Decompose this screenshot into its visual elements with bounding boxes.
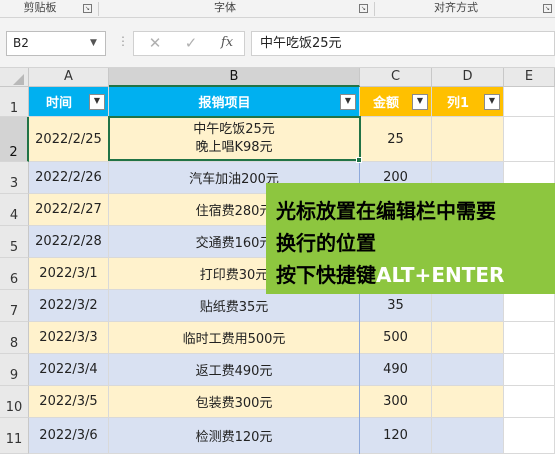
header-label-item: 报销项目 [198,96,251,111]
cancel-icon[interactable]: ✕ [140,31,170,56]
empty-cell[interactable] [504,290,555,322]
shortcut-key-label: ALT+ENTER [376,263,505,287]
amount-cell[interactable]: 500 [360,322,432,354]
font-launcher-icon[interactable]: ↘ [359,4,368,13]
item-cell[interactable]: 返工费490元 [109,354,360,386]
select-all-triangle-icon [13,74,24,85]
row-header-5[interactable]: 5 [0,226,29,258]
empty-cell[interactable] [504,117,555,162]
instruction-callout: 光标放置在编辑栏中需要 换行的位置 按下快捷键ALT+ENTER [266,183,555,294]
active-cell-selection [108,116,361,161]
empty-cell[interactable] [504,418,555,454]
callout-line-2: 换行的位置 [276,231,376,255]
date-cell[interactable]: 2022/3/3 [29,322,109,354]
amount-cell[interactable]: 490 [360,354,432,386]
date-cell[interactable]: 2022/3/5 [29,386,109,418]
date-cell[interactable]: 2022/2/25 [29,117,109,162]
callout-line-3: 按下快捷键ALT+ENTER [276,259,555,291]
empty-cell[interactable] [504,386,555,418]
column-header-a[interactable]: A [29,68,109,87]
row-header-8[interactable]: 8 [0,322,29,354]
row-header-10[interactable]: 10 [0,386,29,418]
date-cell[interactable]: 2022/3/6 [29,418,109,454]
header-cell-amount[interactable]: 金额 ▼ [360,87,432,117]
col1-cell[interactable] [432,354,504,386]
filter-dropdown-icon[interactable]: ▼ [89,93,105,110]
item-cell[interactable]: 检测费120元 [109,418,360,454]
filter-dropdown-icon[interactable]: ▼ [340,93,356,110]
row-header-1[interactable]: 1 [0,87,29,117]
header-cell-item[interactable]: 报销项目 ▼ [109,87,360,117]
row-header-6[interactable]: 6 [0,258,29,290]
chevron-down-icon[interactable]: ▼ [90,38,97,48]
item-cell[interactable]: 临时工费用500元 [109,322,360,354]
amount-cell[interactable]: 120 [360,418,432,454]
date-cell[interactable]: 2022/2/27 [29,194,109,226]
clipboard-launcher-icon[interactable]: ↘ [83,4,92,13]
empty-cell[interactable] [504,322,555,354]
enter-icon[interactable]: ✓ [176,31,206,56]
column-header-c[interactable]: C [360,68,432,87]
col1-cell[interactable] [432,322,504,354]
row-header-2[interactable]: 2 [0,117,29,162]
header-cell-col1[interactable]: 列1 ▼ [432,87,504,117]
filter-dropdown-icon[interactable]: ▼ [412,93,428,110]
more-options-icon[interactable]: ⋮ [117,34,129,48]
callout-prefix: 按下快捷键 [276,263,376,287]
item-cell[interactable]: 贴纸费35元 [109,290,360,322]
ribbon-separator [374,2,375,16]
alignment-launcher-icon[interactable]: ↘ [543,4,552,13]
row-header-7[interactable]: 7 [0,290,29,322]
row-header-11[interactable]: 11 [0,418,29,454]
col1-cell[interactable] [432,117,504,162]
date-cell[interactable]: 2022/3/1 [29,258,109,290]
formula-input[interactable]: 中午吃饭25元 [251,31,555,56]
empty-cell[interactable] [504,87,555,117]
amount-cell[interactable]: 25 [360,117,432,162]
ribbon-separator [98,2,99,16]
col1-cell[interactable] [432,290,504,322]
column-header-d[interactable]: D [432,68,504,87]
ribbon-group-clipboard: 剪贴板 [23,1,57,14]
header-label-col1: 列1 [446,96,470,111]
amount-cell[interactable]: 35 [360,290,432,322]
header-cell-time[interactable]: 时间 ▼ [29,87,109,117]
date-cell[interactable]: 2022/2/28 [29,226,109,258]
empty-cell[interactable] [504,354,555,386]
col1-cell[interactable] [432,418,504,454]
fill-handle[interactable] [356,157,362,163]
row-header-4[interactable]: 4 [0,194,29,226]
ribbon-group-font: 字体 [214,1,236,14]
col1-cell[interactable] [432,386,504,418]
callout-line-1: 光标放置在编辑栏中需要 [276,199,496,223]
date-cell[interactable]: 2022/3/4 [29,354,109,386]
header-label-time: 时间 [45,96,72,111]
row-header-9[interactable]: 9 [0,354,29,386]
amount-cell[interactable]: 300 [360,386,432,418]
date-cell[interactable]: 2022/3/2 [29,290,109,322]
date-cell[interactable]: 2022/2/26 [29,162,109,194]
column-header-b[interactable]: B [109,68,360,87]
column-header-e[interactable]: E [504,68,555,87]
filter-dropdown-icon[interactable]: ▼ [484,93,500,110]
header-label-amount: 金额 [372,96,399,111]
row-header-3[interactable]: 3 [0,162,29,194]
ribbon-group-alignment: 对齐方式 [434,1,478,14]
insert-function-icon[interactable]: fx [212,31,242,56]
item-cell[interactable]: 包装费300元 [109,386,360,418]
